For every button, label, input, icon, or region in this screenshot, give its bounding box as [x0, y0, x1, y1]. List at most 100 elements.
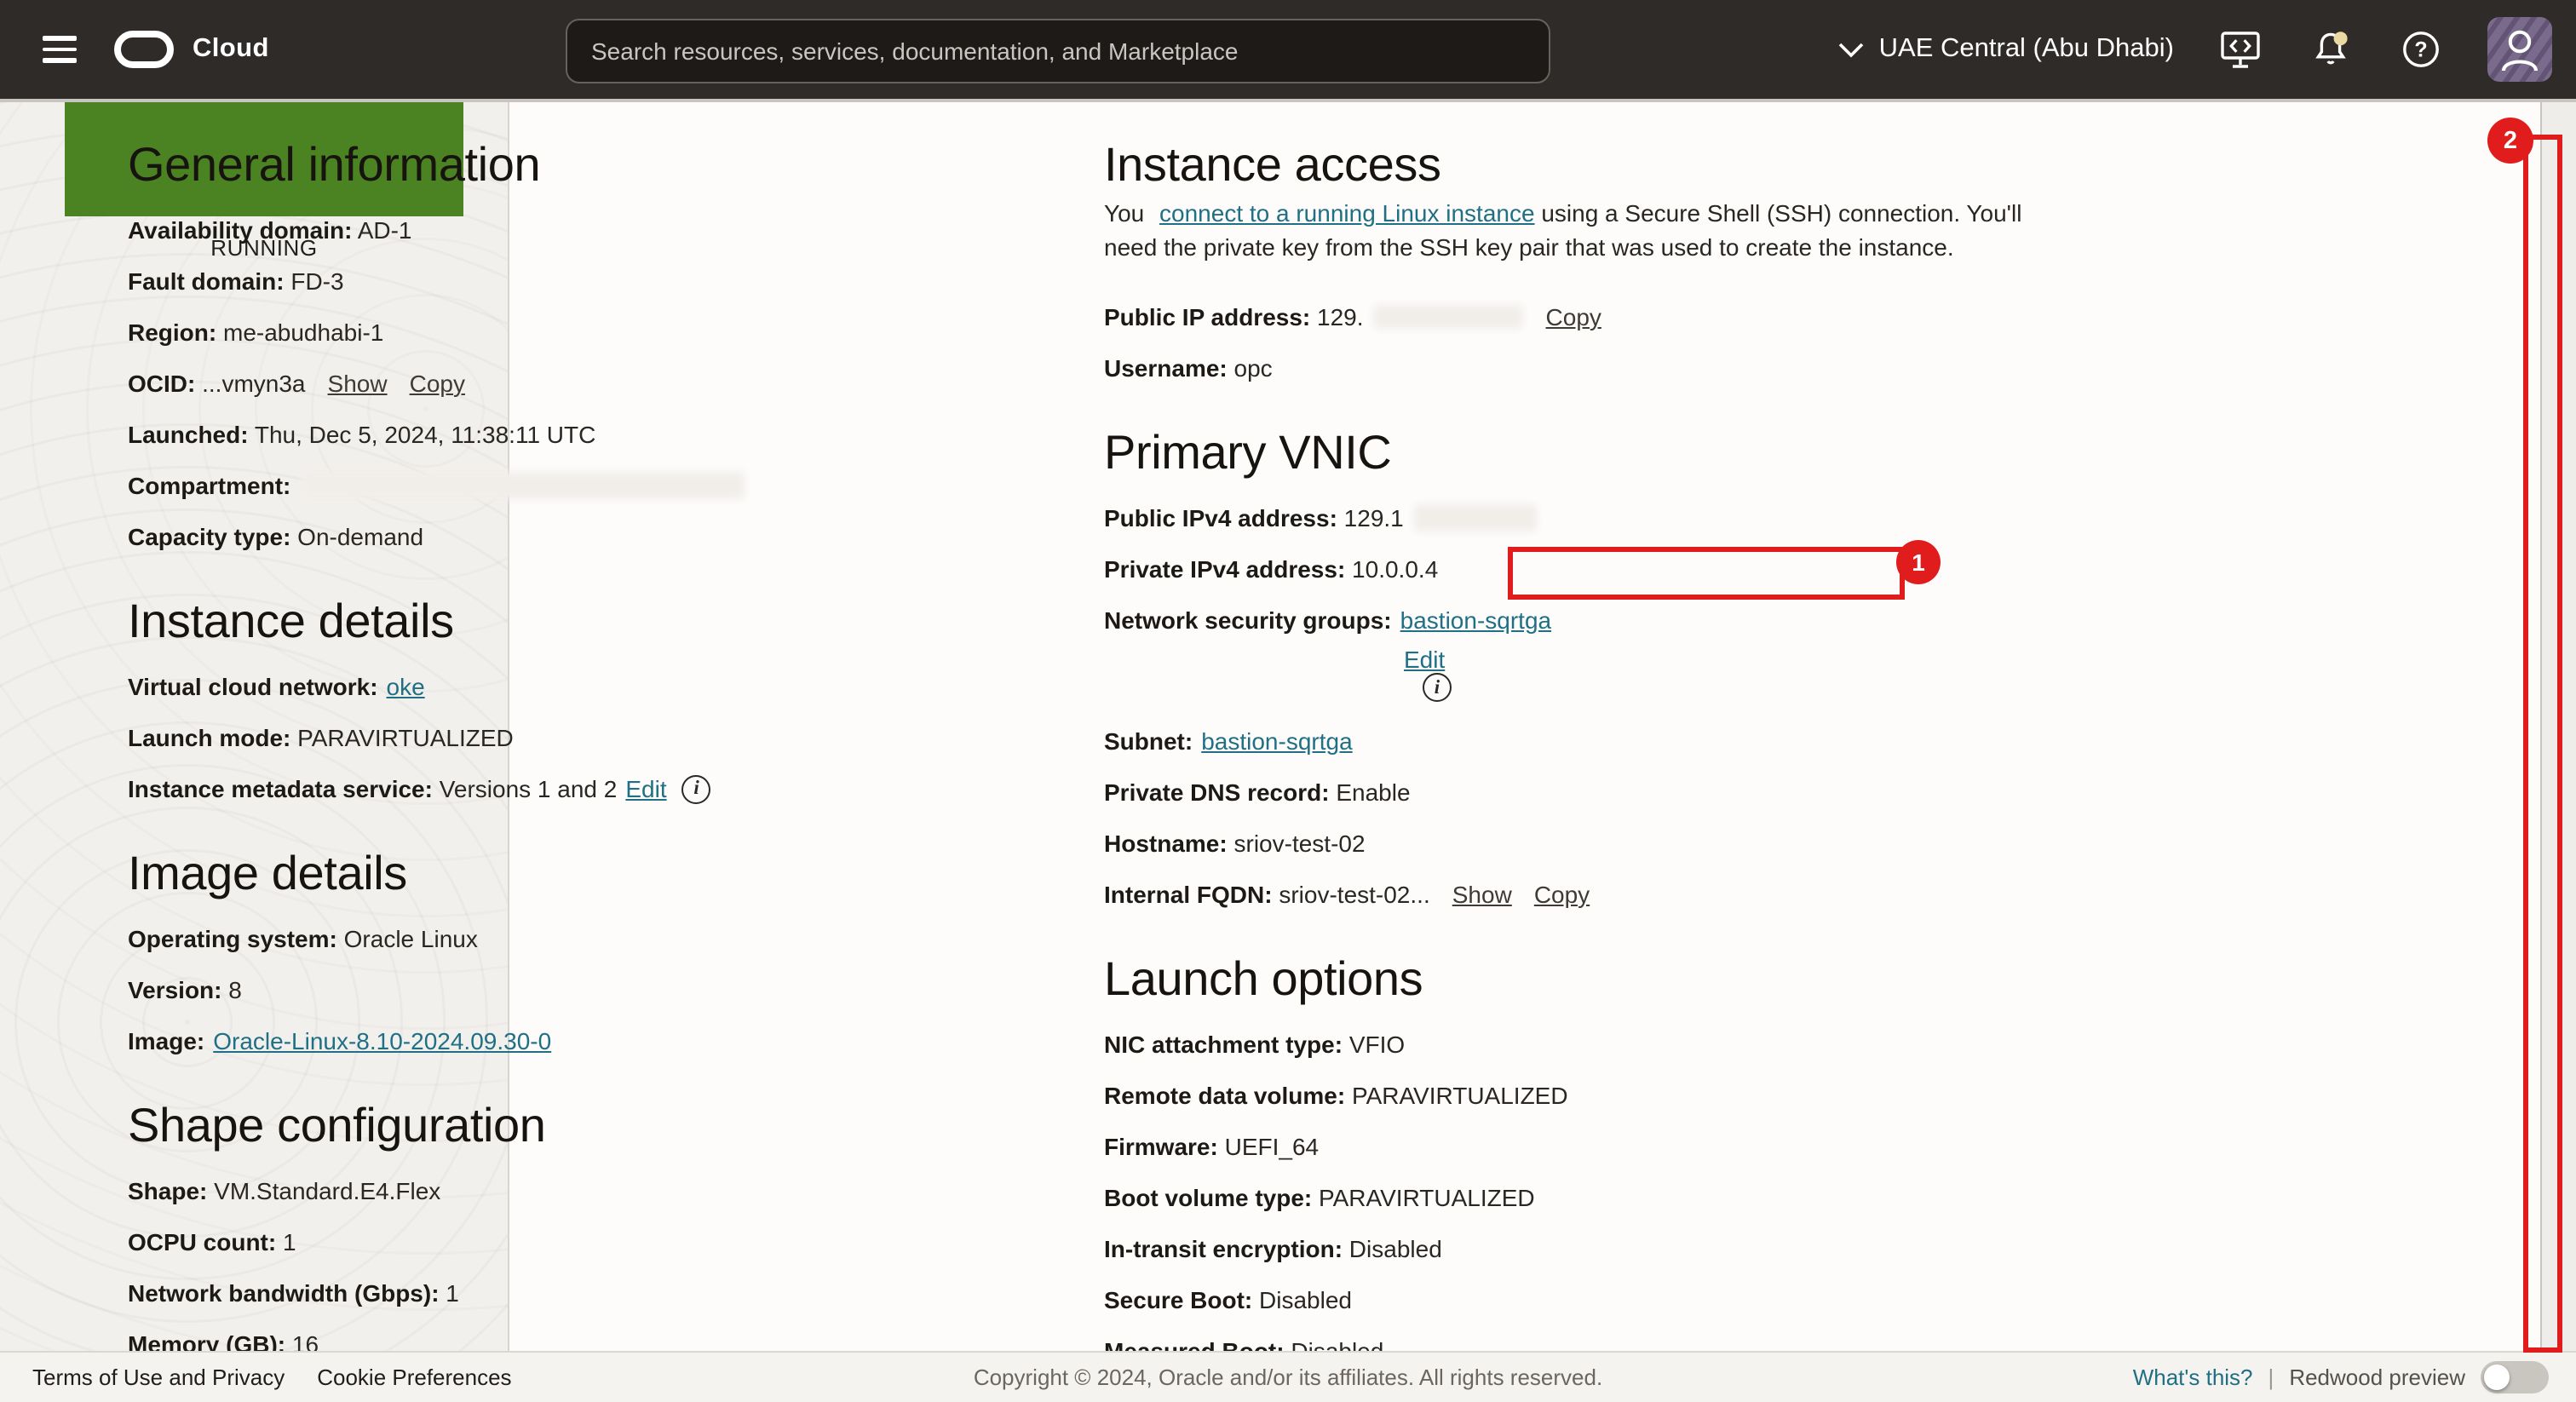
profile-avatar[interactable] — [2487, 17, 2552, 82]
hamburger-menu-button[interactable] — [43, 36, 77, 63]
field-row: Virtual cloud network: oke — [128, 661, 1022, 712]
cookie-preferences-link[interactable]: Cookie Preferences — [317, 1365, 511, 1390]
field-label: OCID: — [128, 370, 195, 397]
field-row: Network bandwidth (Gbps): 1 — [128, 1267, 1022, 1319]
hamburger-menu-icon — [43, 36, 77, 40]
field-value: On-demand — [290, 523, 423, 550]
whats-this-link[interactable]: What's this? — [2133, 1365, 2253, 1390]
info-icon[interactable]: i — [682, 774, 711, 803]
redacted-value — [301, 472, 744, 499]
action-link[interactable]: Show — [1452, 881, 1512, 908]
field-label: Public IPv4 address: — [1104, 504, 1337, 531]
redwood-preview-toggle[interactable] — [2481, 1361, 2549, 1393]
field-label: In-transit encryption: — [1104, 1235, 1343, 1262]
chevron-down-icon — [1838, 42, 1864, 57]
search-box — [566, 19, 1550, 83]
svg-text:?: ? — [2414, 38, 2427, 62]
section-title: Instance details — [128, 596, 1022, 647]
field-value: 8 — [222, 976, 242, 1003]
section-paragraph: You connect to a running Linux instance … — [1104, 196, 2061, 264]
field-row: Operating system: Oracle Linux — [128, 913, 1022, 964]
notifications-button[interactable] — [2307, 26, 2355, 73]
help-button[interactable]: ? — [2397, 26, 2445, 73]
field-label: Image: — [128, 1027, 204, 1054]
info-icon[interactable]: i — [1423, 673, 1452, 702]
field-value: sriov-test-02 — [1228, 830, 1366, 857]
field-label: Instance metadata service: — [128, 775, 433, 802]
section-title: Instance access — [1104, 140, 2084, 191]
terms-link[interactable]: Terms of Use and Privacy — [32, 1365, 285, 1390]
region-selector[interactable]: UAE Central (Abu Dhabi) — [1838, 34, 2174, 65]
field-row: Image: Oracle-Linux-8.10-2024.09.30-0 — [128, 1015, 1022, 1066]
field-label: Private DNS record: — [1104, 779, 1330, 806]
field-label: Capacity type: — [128, 523, 290, 550]
field-value: 129.1 — [1337, 504, 1404, 531]
developer-tools-button[interactable] — [2217, 26, 2264, 73]
resource-link[interactable]: Edit — [625, 775, 666, 802]
field-label: Firmware: — [1104, 1133, 1218, 1160]
field-label: Internal FQDN: — [1104, 881, 1273, 908]
field-value: me-abudhabi-1 — [216, 319, 383, 346]
field-value: Disabled — [1252, 1286, 1352, 1313]
resource-link[interactable]: bastion-sqrtga — [1201, 727, 1352, 755]
field-value: 10.0.0.4 — [1345, 555, 1438, 583]
field-label: Private IPv4 address: — [1104, 555, 1345, 583]
field-value: PARAVIRTUALIZED — [1312, 1184, 1534, 1211]
field-label: Network security groups: — [1104, 606, 1392, 634]
section-title: Primary VNIC — [1104, 428, 2084, 479]
field-row: Secure Boot: Disabled — [1104, 1274, 2084, 1325]
field-row: Fault domain: FD-3 — [128, 256, 1022, 307]
field-value: PARAVIRTUALIZED — [290, 724, 513, 751]
action-link[interactable]: Copy — [1534, 881, 1590, 908]
field-label: Operating system: — [128, 925, 337, 952]
logo-text[interactable]: Cloud — [193, 34, 269, 65]
field-value: You — [1104, 199, 1151, 227]
field-row: Capacity type: On-demand — [128, 511, 1022, 562]
field-label: Secure Boot: — [1104, 1286, 1252, 1313]
action-link[interactable]: Show — [328, 370, 388, 397]
resource-link[interactable]: connect to a running Linux instance — [1159, 199, 1535, 227]
redacted-value — [1414, 504, 1537, 531]
oracle-logo[interactable] — [114, 31, 174, 68]
toggle-knob — [2484, 1365, 2510, 1390]
notifications-bell-icon — [2309, 29, 2352, 70]
resource-link[interactable]: Oracle-Linux-8.10-2024.09.30-0 — [213, 1027, 551, 1054]
action-link[interactable]: Copy — [1546, 303, 1601, 330]
field-value: sriov-test-02... — [1273, 881, 1430, 908]
field-row: Launch mode: PARAVIRTUALIZED — [128, 712, 1022, 763]
redwood-preview-label: Redwood preview — [2289, 1365, 2465, 1390]
annotation-badge-2: 2 — [2487, 118, 2533, 164]
field-label: Public IP address: — [1104, 303, 1310, 330]
field-row: Subnet: bastion-sqrtga — [1104, 715, 2084, 767]
section-title: Image details — [128, 848, 1022, 899]
field-row: OCPU count: 1 — [128, 1216, 1022, 1267]
field-value: UEFI_64 — [1218, 1133, 1319, 1160]
field-row: Hostname: sriov-test-02 — [1104, 818, 2084, 869]
notification-badge — [2333, 32, 2347, 45]
field-row: Version: 8 — [128, 964, 1022, 1015]
resource-link[interactable]: Edit — [1404, 646, 1445, 673]
action-link[interactable]: Copy — [410, 370, 465, 397]
field-row: Username: opc — [1104, 342, 2084, 394]
field-label: Username: — [1104, 354, 1228, 382]
field-label: Boot volume type: — [1104, 1184, 1312, 1211]
field-row: Shape: VM.Standard.E4.Flex — [128, 1165, 1022, 1216]
field-value: VM.Standard.E4.Flex — [207, 1177, 440, 1204]
field-value: 129. — [1310, 303, 1363, 330]
field-row: In-transit encryption: Disabled — [1104, 1223, 2084, 1274]
field-row: OCID: ...vmyn3aShowCopy — [128, 358, 1022, 409]
topbar: Cloud UAE Central (Abu Dhabi) — [0, 0, 2576, 102]
field-value: 1 — [276, 1228, 296, 1255]
resource-link[interactable]: oke — [387, 673, 425, 700]
help-icon: ? — [2401, 29, 2441, 70]
page-content: RUNNING General informationAvailability … — [0, 102, 2576, 1351]
column-left: General informationAvailability domain: … — [128, 102, 1022, 1370]
search-input[interactable] — [567, 20, 1549, 82]
field-label: Subnet: — [1104, 727, 1193, 755]
field-row: Boot volume type: PARAVIRTUALIZED — [1104, 1172, 2084, 1223]
field-label: Virtual cloud network: — [128, 673, 378, 700]
field-row: Remote data volume: PARAVIRTUALIZED — [1104, 1070, 2084, 1121]
region-label: UAE Central (Abu Dhabi) — [1879, 34, 2174, 65]
resource-link[interactable]: bastion-sqrtga — [1400, 606, 1551, 634]
field-row: Internal FQDN: sriov-test-02... Show Copy — [1104, 869, 2084, 920]
